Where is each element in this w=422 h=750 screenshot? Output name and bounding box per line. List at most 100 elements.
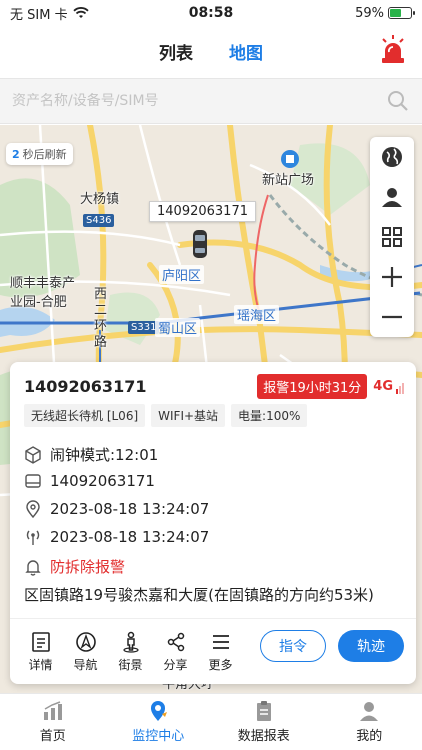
wifi-icon (72, 7, 89, 18)
battery-tag: 电量:100% (231, 404, 308, 427)
bottom-nav: 首页 监控中心 数据报表 我的 (0, 693, 422, 750)
grid-icon (382, 227, 402, 247)
device-marker-label[interactable]: 14092063171 (149, 201, 256, 222)
street-view-label: 街景 (118, 657, 143, 672)
minus-icon (382, 315, 402, 319)
nav-reports-label: 数据报表 (237, 729, 290, 744)
alarm-duration-badge: 报警19小时31分 (257, 374, 368, 399)
map-label-road-4: 路 (94, 335, 108, 350)
navigation-icon (75, 631, 96, 652)
map-label-dayang: 大杨镇 (80, 192, 120, 207)
share-icon (167, 632, 184, 651)
vehicle-marker-icon[interactable] (192, 229, 208, 259)
sim-text: 14092063171 (50, 472, 155, 490)
device-info-card: 14092063171 报警19小时31分 4G 无线超长待机 [L06] WI… (10, 362, 416, 684)
refresh-seconds: 2 (12, 148, 20, 161)
positioning-tag: WIFI+基站 (151, 404, 226, 427)
mode-row: 闹钟模式:12:01 (24, 444, 158, 465)
tab-map[interactable]: 地图 (229, 39, 263, 64)
battery-fill (390, 9, 401, 17)
nav-monitor-label: 监控中心 (132, 729, 185, 744)
address-text: 区固镇路19号骏杰嘉和大厦(在固镇路的方向约53米) (24, 586, 374, 604)
clipboard-icon (256, 701, 271, 721)
alarm-siren-icon[interactable] (378, 34, 408, 66)
bell-icon (24, 558, 42, 576)
map-label-xinzhan: 新站广场 (262, 173, 315, 188)
search-input[interactable] (12, 93, 386, 109)
user-icon (360, 702, 379, 721)
details-label: 详情 (28, 657, 53, 672)
nav-home-label: 首页 (39, 729, 66, 744)
map-label-shunfeng-2: 业园-合肥 (10, 295, 67, 310)
map-label-yaohai: 瑶海区 (234, 305, 280, 324)
plus-icon (382, 267, 402, 287)
signal-bar (396, 389, 398, 394)
location-time-text: 2023-08-18 13:24:07 (50, 500, 210, 518)
nav-profile-label: 我的 (356, 729, 383, 744)
map-toolbar (370, 137, 414, 337)
device-icon (24, 472, 42, 490)
alarm-row: 防拆除报警 (24, 556, 125, 577)
nav-home[interactable]: 首页 (0, 694, 106, 750)
chart-icon (43, 701, 62, 720)
street-view-button[interactable]: 街景 (108, 631, 153, 673)
card-actions: 详情 导航 街景 分享 更多 指令 轨迹 (10, 618, 416, 684)
clock: 08:58 (188, 5, 234, 21)
zoom-out-button[interactable] (370, 297, 414, 337)
alarm-type-text: 防拆除报警 (50, 558, 126, 576)
signal-time-row: 2023-08-18 13:24:07 (24, 528, 209, 546)
nav-reports[interactable]: 数据报表 (211, 694, 317, 750)
more-button[interactable]: 更多 (198, 631, 243, 673)
location-pin-icon (24, 500, 42, 518)
signal-bars-icon (396, 383, 404, 394)
zoom-in-button[interactable] (370, 257, 414, 297)
refresh-text: 秒后刷新 (22, 148, 67, 161)
mode-text: 闹钟模式:12:01 (50, 446, 159, 464)
person-icon (382, 188, 402, 207)
signal-time-text: 2023-08-18 13:24:07 (50, 528, 210, 546)
battery-percent: 59% (355, 5, 384, 21)
road-badge-s436: S436 (83, 214, 115, 227)
share-label: 分享 (163, 657, 188, 672)
document-icon (31, 631, 50, 652)
details-button[interactable]: 详情 (18, 631, 63, 673)
network-type: 4G (373, 379, 393, 394)
share-button[interactable]: 分享 (153, 631, 198, 673)
track-button[interactable]: 轨迹 (338, 630, 404, 662)
sim-row: 14092063171 (24, 472, 155, 490)
cube-icon (24, 445, 42, 464)
navigation-button[interactable]: 导航 (63, 631, 108, 673)
menu-icon (212, 634, 229, 649)
command-button[interactable]: 指令 (260, 630, 326, 662)
tab-list[interactable]: 列表 (159, 39, 193, 64)
globe-icon (382, 147, 402, 167)
location-pin-icon (151, 701, 168, 721)
map-label-shushan: 蜀山区 (155, 318, 201, 337)
more-label: 更多 (208, 657, 233, 672)
search-bar (0, 78, 422, 124)
status-bar: 无 SIM 卡 08:58 59% (0, 0, 422, 26)
device-id: 14092063171 (24, 377, 147, 396)
signal-bar (399, 386, 401, 394)
map-layer-button[interactable] (370, 137, 414, 177)
poi-icon (281, 150, 299, 168)
navigation-label: 导航 (73, 657, 98, 672)
refresh-indicator[interactable]: 2 秒后刷新 (6, 143, 73, 165)
battery-icon (388, 7, 415, 19)
network-indicator: 4G (373, 379, 404, 394)
map-label-luyang: 庐阳区 (159, 265, 205, 284)
device-model-tag: 无线超长待机 [L06] (24, 404, 146, 427)
carrier-text: 无 SIM 卡 (10, 7, 68, 23)
device-tags: 无线超长待机 [L06] WIFI+基站 电量:100% (24, 404, 308, 427)
my-location-button[interactable] (370, 177, 414, 217)
search-icon[interactable] (386, 89, 410, 113)
top-tabs: 列表 地图 (0, 26, 422, 76)
nav-profile[interactable]: 我的 (317, 694, 422, 750)
location-time-row: 2023-08-18 13:24:07 (24, 500, 209, 518)
map-label-shunfeng-1: 顺丰丰泰产 (10, 276, 76, 291)
street-view-icon (122, 631, 139, 653)
nav-monitor[interactable]: 监控中心 (106, 694, 212, 750)
antenna-icon (24, 528, 42, 546)
grid-view-button[interactable] (370, 217, 414, 257)
signal-bar (402, 383, 404, 394)
